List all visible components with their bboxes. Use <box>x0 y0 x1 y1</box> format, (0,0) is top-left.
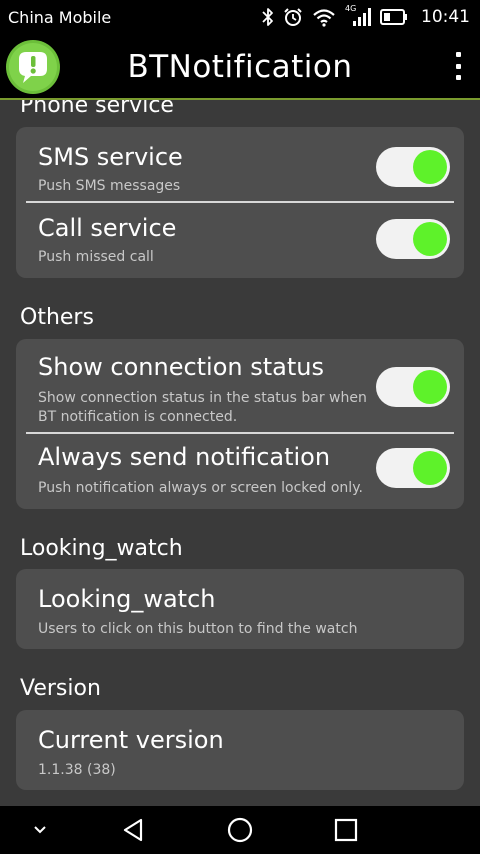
toggle-knob <box>413 222 447 256</box>
others-card: Show connection status Show connection s… <box>16 339 464 509</box>
sms-service-toggle[interactable] <box>376 147 450 187</box>
app-title: BTNotification <box>127 49 353 85</box>
sms-service-subtitle: Push SMS messages <box>38 178 181 194</box>
looking-watch-title: Looking_watch <box>38 585 216 613</box>
clock: 10:41 <box>421 7 470 27</box>
current-version-row[interactable]: Current version 1.1.38 (38) <box>16 710 464 790</box>
call-service-row[interactable]: Call service Push missed call <box>16 203 464 278</box>
sms-service-row[interactable]: SMS service Push SMS messages <box>16 127 464 201</box>
battery-icon <box>380 7 408 27</box>
always-send-notification-title: Always send notification <box>38 443 331 471</box>
status-icons: 4G 10:41 <box>262 4 470 27</box>
app-bar: BTNotification <box>0 34 480 100</box>
always-send-notification-toggle[interactable] <box>376 448 450 488</box>
toggle-knob <box>413 451 447 485</box>
call-service-toggle[interactable] <box>376 219 450 259</box>
current-version-value: 1.1.38 (38) <box>38 762 116 778</box>
navigation-bar <box>0 806 480 854</box>
show-connection-status-toggle[interactable] <box>376 367 450 407</box>
call-service-title: Call service <box>38 214 177 242</box>
menu-dot <box>455 75 461 80</box>
alarm-icon <box>283 7 303 27</box>
looking-watch-card: Looking_watch Users to click on this but… <box>16 569 464 649</box>
settings-list[interactable]: Phone service SMS service Push SMS messa… <box>0 100 480 806</box>
section-header-looking-watch: Looking_watch <box>20 536 183 561</box>
recents-square-icon[interactable] <box>322 806 370 854</box>
wifi-icon <box>312 7 336 27</box>
section-header-others: Others <box>20 305 94 330</box>
screen: China Mobile 4G 10:41 BTNotification Pho… <box>0 0 480 854</box>
back-triangle-icon[interactable] <box>110 806 158 854</box>
current-version-title: Current version <box>38 726 224 754</box>
menu-dot <box>455 52 461 57</box>
version-card: Current version 1.1.38 (38) <box>16 710 464 790</box>
chevron-down-icon[interactable] <box>20 806 60 854</box>
signal-icon: 4G <box>345 4 371 27</box>
sms-service-title: SMS service <box>38 143 183 171</box>
toggle-knob <box>413 150 447 184</box>
status-bar: China Mobile 4G 10:41 <box>0 0 480 34</box>
show-connection-status-subtitle-line2: BT notification is connected. <box>38 409 238 425</box>
show-connection-status-title: Show connection status <box>38 353 324 381</box>
show-connection-status-subtitle-line1: Show connection status in the status bar… <box>38 390 367 406</box>
section-header-phone-service: Phone service <box>20 100 174 118</box>
home-circle-icon[interactable] <box>216 806 264 854</box>
section-header-version: Version <box>20 676 101 701</box>
network-type-label: 4G <box>345 4 357 13</box>
bluetooth-icon <box>262 7 274 27</box>
overflow-menu-icon[interactable] <box>446 48 470 84</box>
looking-watch-subtitle: Users to click on this button to find th… <box>38 621 358 637</box>
always-send-notification-row[interactable]: Always send notification Push notificati… <box>16 434 464 509</box>
carrier-name: China Mobile <box>8 7 112 27</box>
call-service-subtitle: Push missed call <box>38 249 154 265</box>
show-connection-status-row[interactable]: Show connection status Show connection s… <box>16 339 464 432</box>
menu-dot <box>455 63 461 69</box>
toggle-knob <box>413 370 447 404</box>
looking-watch-row[interactable]: Looking_watch Users to click on this but… <box>16 569 464 649</box>
always-send-notification-subtitle: Push notification always or screen locke… <box>38 480 363 496</box>
phone-service-card: SMS service Push SMS messages Call servi… <box>16 127 464 278</box>
